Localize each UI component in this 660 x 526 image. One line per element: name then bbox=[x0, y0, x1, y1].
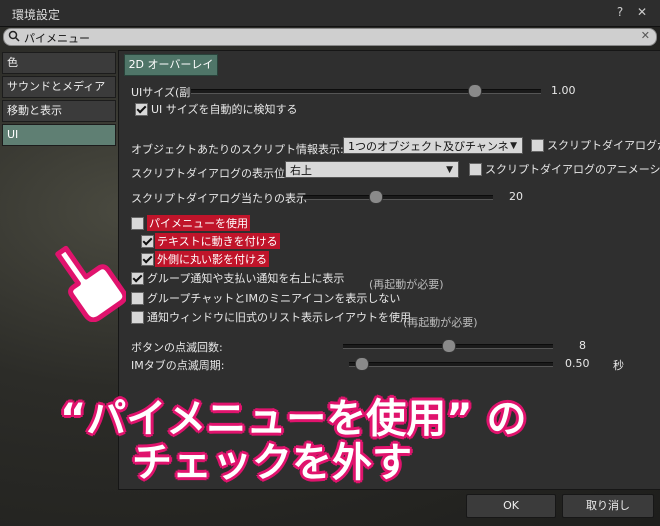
ok-button[interactable]: OK bbox=[466, 494, 556, 518]
im-blink-slider[interactable] bbox=[349, 357, 553, 371]
cancel-button[interactable]: 取り消し bbox=[562, 494, 654, 518]
close-button[interactable]: ✕ bbox=[634, 4, 650, 20]
help-button[interactable]: ? bbox=[612, 4, 628, 20]
dialog-pos-dropdown[interactable]: 右上 ▼ bbox=[285, 161, 459, 178]
notify-window-checkbox[interactable] bbox=[131, 311, 144, 324]
pie-menu-checkbox[interactable] bbox=[131, 217, 144, 230]
pie-shadow-label: 外側に丸い影を付ける bbox=[155, 251, 269, 267]
script-dialog-checkbox[interactable] bbox=[531, 139, 544, 152]
group-notice-checkbox[interactable] bbox=[131, 272, 144, 285]
script-info-dropdown-value: 1つのオブジェクト及びチャンネ bbox=[348, 140, 509, 153]
dialog-anim-label: スクリプトダイアログのアニメーション bbox=[485, 163, 660, 176]
group-notice-label: グループ通知や支払い通知を右上に表示 bbox=[147, 272, 345, 285]
pie-menu-label: パイメニューを使用 bbox=[147, 215, 250, 231]
dialog-pos-label: スクリプトダイアログの表示位 bbox=[131, 167, 285, 180]
sidebar-item-move-view[interactable]: 移動と表示 bbox=[2, 100, 116, 122]
pie-text-checkbox[interactable] bbox=[141, 235, 154, 248]
blink-count-value: 8 bbox=[579, 339, 586, 352]
blink-count-slider[interactable] bbox=[343, 339, 553, 353]
ui-auto-checkbox[interactable] bbox=[135, 103, 148, 116]
settings-panel: 2D オーバーレイ UIサイズ(副 1.00 UI サイズを自動的に検知する オ… bbox=[118, 50, 660, 490]
ui-size-label: UIサイズ(副 bbox=[131, 86, 191, 99]
blink-count-slider-knob[interactable] bbox=[442, 339, 456, 353]
script-info-label: オブジェクトあたりのスクリプト情報表示: bbox=[131, 143, 344, 156]
search-value: パイメニュー bbox=[24, 32, 90, 45]
im-blink-label: IMタブの点滅周期: bbox=[131, 359, 225, 372]
im-blink-slider-knob[interactable] bbox=[354, 357, 369, 371]
title-bar: 環境設定 ? ✕ bbox=[0, 0, 660, 27]
dialog-count-label: スクリプトダイアログ当たりの表示 bbox=[131, 192, 307, 205]
chevron-down-icon: ▼ bbox=[446, 165, 453, 175]
preferences-window: 環境設定 ? ✕ パイメニュー ✕ 色 サウンドとメディア 移動と表示 UI 2… bbox=[0, 0, 660, 526]
dialog-pos-dropdown-value: 右上 bbox=[290, 164, 312, 177]
script-dialog-label: スクリプトダイアログから bbox=[547, 139, 660, 152]
group-chat-label: グループチャットとIMのミニアイコンを表示しない bbox=[147, 292, 401, 305]
tab-2d-overlay[interactable]: 2D オーバーレイ bbox=[124, 54, 218, 76]
sidebar-item-color[interactable]: 色 bbox=[2, 52, 116, 74]
chevron-down-icon: ▼ bbox=[510, 141, 517, 151]
search-icon bbox=[8, 30, 20, 42]
ui-size-value: 1.00 bbox=[551, 84, 576, 97]
im-blink-value: 0.50 bbox=[565, 357, 590, 370]
sidebar-item-sound-media[interactable]: サウンドとメディア bbox=[2, 76, 116, 98]
group-chat-checkbox[interactable] bbox=[131, 292, 144, 305]
blink-count-label: ボタンの点滅回数: bbox=[131, 341, 223, 354]
im-blink-unit: 秒 bbox=[613, 359, 624, 372]
pie-shadow-checkbox[interactable] bbox=[141, 253, 154, 266]
ui-size-slider-knob[interactable] bbox=[468, 84, 483, 98]
search-input[interactable]: パイメニュー ✕ bbox=[3, 28, 657, 46]
window-title: 環境設定 bbox=[12, 8, 61, 22]
category-sidebar: 色 サウンドとメディア 移動と表示 UI bbox=[2, 52, 116, 148]
script-info-dropdown[interactable]: 1つのオブジェクト及びチャンネ ▼ bbox=[343, 137, 523, 154]
ui-size-slider[interactable] bbox=[191, 84, 541, 98]
dialog-count-slider[interactable] bbox=[303, 190, 493, 204]
notify-window-note: (再起動が必要) bbox=[403, 316, 478, 329]
search-clear-button[interactable]: ✕ bbox=[641, 29, 650, 42]
dialog-count-slider-knob[interactable] bbox=[368, 190, 383, 204]
notify-window-label: 通知ウィンドウに旧式のリスト表示レイアウトを使用 bbox=[147, 311, 411, 324]
pie-text-label: テキストに動きを付ける bbox=[155, 233, 280, 249]
dialog-anim-checkbox[interactable] bbox=[469, 163, 482, 176]
ui-auto-label: UI サイズを自動的に検知する bbox=[151, 103, 298, 116]
sidebar-item-ui[interactable]: UI bbox=[2, 124, 116, 146]
dialog-count-value: 20 bbox=[509, 190, 523, 203]
